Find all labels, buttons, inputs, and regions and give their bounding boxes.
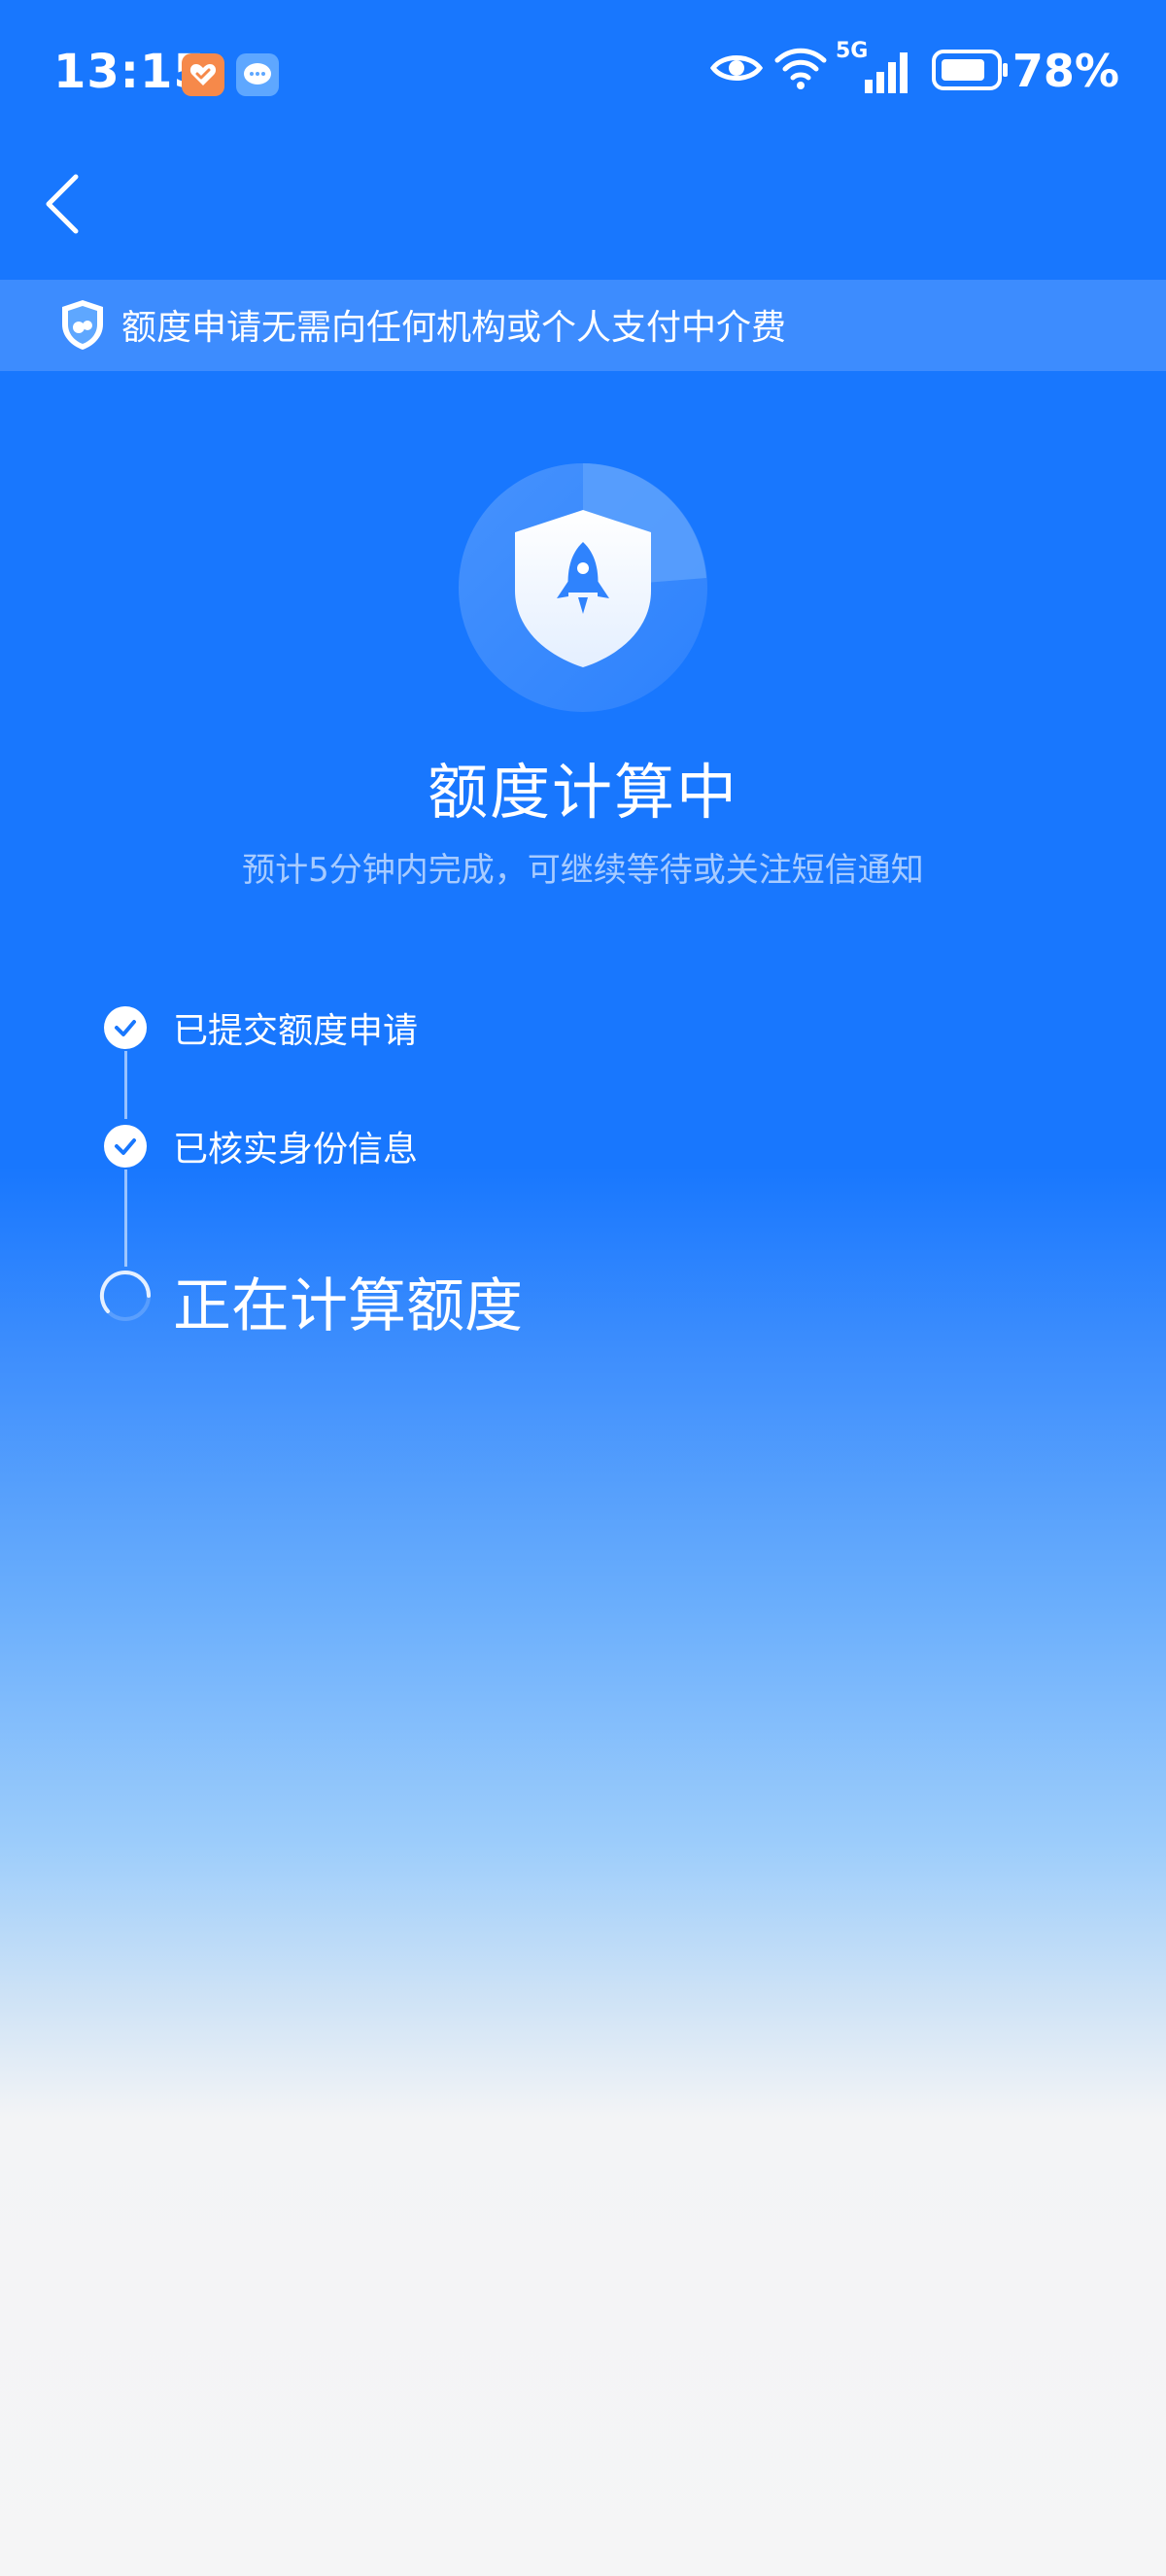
back-button[interactable] [29, 165, 97, 243]
battery-percent: 78% [1012, 45, 1119, 97]
notice-text: 额度申请无需向任何机构或个人支付中介费 [121, 308, 787, 348]
battery-icon [932, 50, 1008, 90]
loading-spinner-icon [99, 1270, 151, 1321]
step-label-calculating: 正在计算额度 [173, 1272, 523, 1340]
shield-icon [62, 300, 103, 350]
step-connector [124, 1051, 127, 1119]
shield-rocket-graphic [452, 457, 714, 719]
status-bar: 13:15 5G 78% [0, 0, 1166, 146]
progress-steps: 已提交额度申请 已核实身份信息 正在计算额度 [0, 971, 1166, 1379]
step-label-submitted: 已提交额度申请 [173, 1011, 419, 1051]
health-app-icon [182, 53, 224, 96]
check-icon [104, 1006, 147, 1049]
page-title: 额度计算中 [427, 757, 738, 828]
step-connector [124, 1169, 127, 1267]
page-subtitle: 预计5分钟内完成，可继续等待或关注短信通知 [242, 851, 924, 890]
message-app-icon [236, 53, 279, 96]
chevron-left-icon [46, 174, 79, 234]
notice-banner: 额度申请无需向任何机构或个人支付中介费 [0, 280, 1166, 371]
wifi-icon [774, 48, 827, 89]
signal-icon [865, 52, 908, 93]
system-icons: 5G 78% [709, 39, 1166, 107]
check-icon [104, 1125, 147, 1168]
eye-comfort-icon [709, 55, 764, 81]
step-label-verified: 已核实身份信息 [173, 1130, 419, 1169]
